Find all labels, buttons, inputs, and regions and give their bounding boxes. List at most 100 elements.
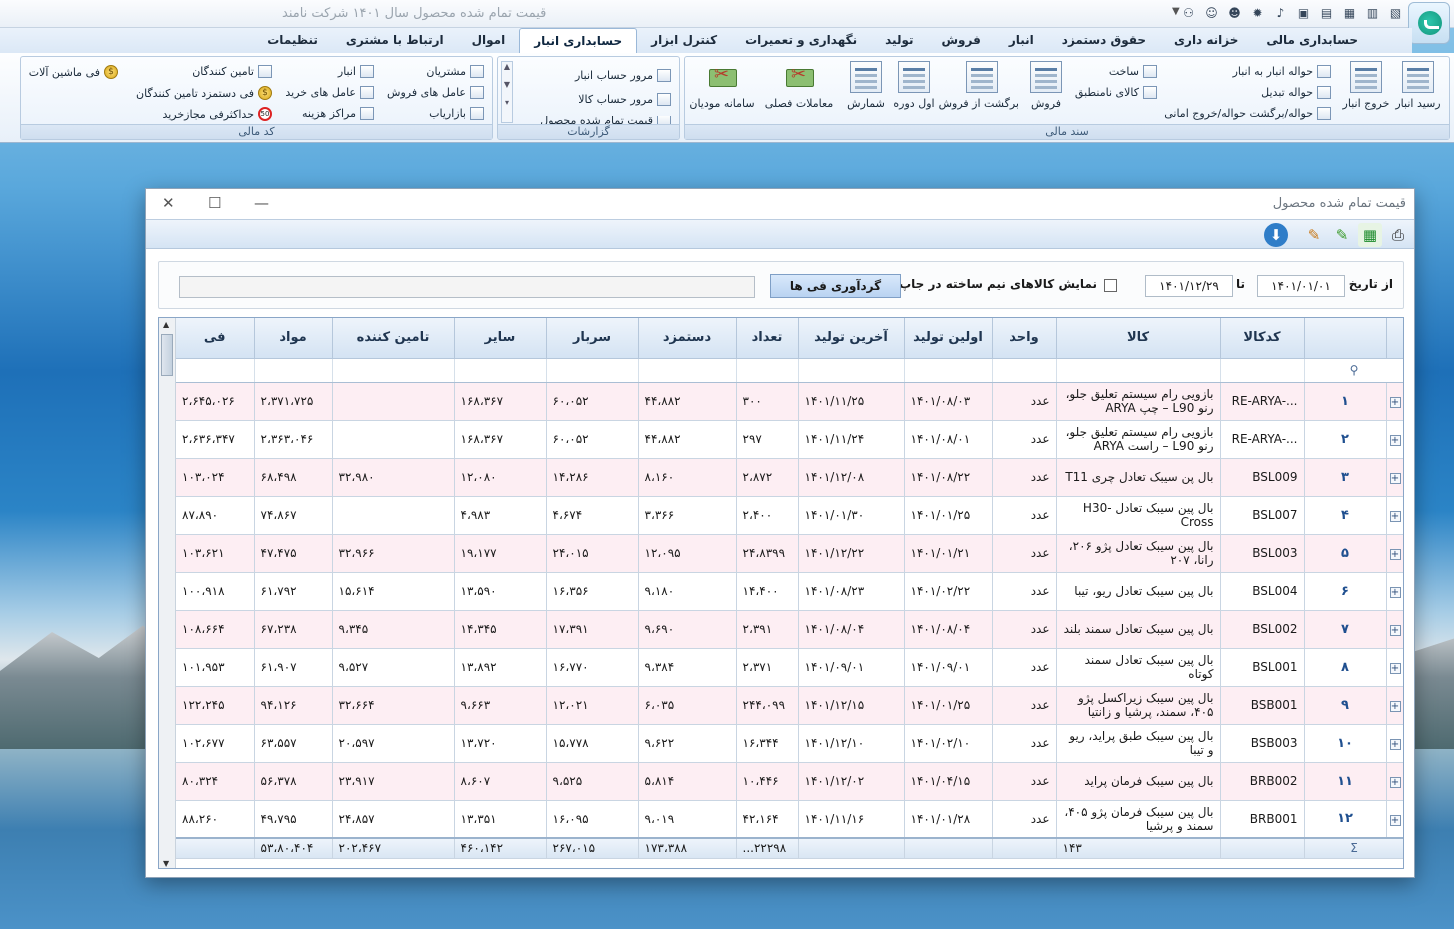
tab-payroll[interactable]: حقوق دستمزد	[1048, 28, 1160, 53]
filter-cell[interactable]	[332, 358, 455, 383]
tab-settings[interactable]: تنظیمات	[253, 28, 332, 53]
convert-button[interactable]: حواله تبدیل	[1261, 86, 1331, 99]
filter-cell[interactable]	[992, 358, 1057, 383]
to-date-input[interactable]: ۱۴۰۱/۱۲/۲۹	[1145, 275, 1233, 297]
plus-icon[interactable]: +	[1389, 587, 1401, 598]
close-icon[interactable]: ✕	[162, 194, 175, 212]
expand-row-icon[interactable]: +	[1386, 686, 1403, 725]
plus-icon[interactable]: +	[1389, 511, 1401, 522]
col-qty[interactable]: تعداد	[736, 318, 799, 359]
edit-approve-icon[interactable]: ✎	[1330, 223, 1354, 247]
col-materials[interactable]: مواد	[254, 318, 333, 359]
col-item[interactable]: کالا	[1056, 318, 1221, 359]
plus-icon[interactable]: +	[1389, 701, 1401, 712]
from-date-input[interactable]: ۱۴۰۱/۰۱/۰۱	[1257, 275, 1345, 297]
col-last-production[interactable]: آخرین تولید	[798, 318, 905, 359]
expand-row-icon[interactable]: +	[1386, 800, 1403, 839]
plus-icon[interactable]: +	[1389, 814, 1401, 826]
tax-system-button[interactable]: سامانه مودیان	[687, 61, 757, 110]
plus-icon[interactable]: +	[1389, 397, 1401, 408]
calculator-icon[interactable]: ▦	[1341, 5, 1358, 22]
tab-crm[interactable]: ارتباط با مشتری	[332, 28, 458, 53]
filter-cell[interactable]	[1220, 358, 1305, 383]
plus-icon[interactable]: +	[1389, 625, 1401, 636]
minimize-icon[interactable]: —	[254, 194, 269, 212]
filter-cell[interactable]	[736, 358, 799, 383]
table-row[interactable]: ۸۸،۲۶۰ ۴۹،۷۹۵ ۲۴،۸۵۷ ۱۳،۳۵۱ ۱۶،۰۹۵ ۹،۰۱۹ ۴۲،۱۶…	[176, 800, 1403, 839]
plus-icon[interactable]: +	[1389, 435, 1401, 446]
sale-return-button[interactable]: برگشت از فروش	[939, 61, 1019, 110]
customers-button[interactable]: مشتریان	[426, 65, 484, 78]
excel-export-icon[interactable]: ▦	[1358, 223, 1382, 247]
seasonal-trades-button[interactable]: معاملات فصلی	[761, 61, 837, 110]
filter-cell[interactable]	[176, 358, 255, 383]
vertical-scrollbar[interactable]: ▲ ▼	[159, 318, 176, 868]
table-row[interactable]: ۱۰۸،۶۶۴ ۶۷،۲۳۸ ۹،۳۴۵ ۱۴،۳۴۵ ۱۷،۳۹۱ ۹،۶۹۰ ۲،۳۹۱…	[176, 610, 1403, 649]
return-transfer-button[interactable]: حواله/برگشت حواله/خروج امانی	[1164, 107, 1331, 120]
tab-financial-accounting[interactable]: حسابداری مالی	[1252, 28, 1372, 53]
filter-cell[interactable]	[904, 358, 993, 383]
expand-row-icon[interactable]: +	[1386, 534, 1403, 573]
tab-warehouse-accounting[interactable]: حسابداری انبار	[519, 28, 638, 53]
nonconforming-button[interactable]: کالای نامنطبق	[1075, 86, 1157, 99]
col-item-code[interactable]: کدکالا	[1220, 318, 1305, 359]
col-wage[interactable]: دستمزد	[638, 318, 737, 359]
count-button[interactable]: شمارش	[843, 61, 889, 110]
receive-warehouse-button[interactable]: رسید انبار	[1393, 61, 1443, 110]
light-icon[interactable]: ✹	[1249, 5, 1266, 22]
report-warehouse-account[interactable]: مرور حساب انبار	[575, 69, 671, 82]
table-row[interactable]: ۸۰،۳۲۴ ۵۶،۳۷۸ ۲۳،۹۱۷ ۸،۶۰۷ ۹،۵۲۵ ۵،۸۱۴ ۱۰،۴۴۶ ۱…	[176, 762, 1403, 801]
filter-funnel-icon[interactable]: ⚲	[1304, 358, 1403, 383]
edit-icon[interactable]: ✎	[1302, 223, 1326, 247]
expand-row-icon[interactable]: +	[1386, 420, 1403, 459]
cost-centers-button[interactable]: مراکز هزینه	[302, 107, 374, 120]
users-icon[interactable]: ⚇	[1180, 5, 1197, 22]
table-row[interactable]: ۱۰۲،۶۷۷ ۶۳،۵۵۷ ۲۰،۵۹۷ ۱۳،۷۲۰ ۱۵،۷۷۸ ۹،۶۲۲ ۱۶،۳…	[176, 724, 1403, 763]
contacts-icon[interactable]: ▣	[1295, 5, 1312, 22]
col-overhead[interactable]: سربار	[546, 318, 639, 359]
table-row[interactable]: ۸۷،۸۹۰ ۷۴،۸۶۷ ۴،۹۸۳ ۴،۶۷۴ ۳،۳۶۶ ۲،۴۰۰ ۱۴۰۱/۰۱/…	[176, 496, 1403, 535]
gallery-scroll[interactable]: ▲ ▼ ▾	[501, 61, 513, 123]
machine-fee-button[interactable]: $ فی ماشین آلات	[29, 65, 118, 79]
col-first-production[interactable]: اولین تولید	[904, 318, 993, 359]
table-row[interactable]: ۲،۶۳۶،۳۴۷ ۲،۳۶۳،۰۴۶ ۱۶۸،۳۶۷ ۶۰،۰۵۲ ۴۴،۸۸۲ ۲۹۷…	[176, 420, 1403, 459]
expand-row-icon[interactable]: +	[1386, 458, 1403, 497]
report-item-account[interactable]: مرور حساب کالا	[578, 93, 671, 106]
tab-sales[interactable]: فروش	[928, 28, 995, 53]
purchase-agents-button[interactable]: عامل های خرید	[285, 86, 374, 99]
maximize-icon[interactable]: ☐	[208, 194, 221, 212]
scroll-up-icon[interactable]: ▲	[163, 320, 169, 329]
tab-production[interactable]: تولید	[871, 28, 927, 53]
filter-cell[interactable]	[546, 358, 639, 383]
user-settings-icon[interactable]: ☻	[1226, 5, 1243, 22]
filter-cell[interactable]	[798, 358, 905, 383]
plus-icon[interactable]: +	[1389, 549, 1401, 560]
qat-dropdown-icon[interactable]: ▼	[1172, 6, 1180, 17]
collect-fees-button[interactable]: گردآوری فی ها	[770, 274, 901, 298]
filter-cell[interactable]	[638, 358, 737, 383]
table-row[interactable]: ۱۰۱،۹۵۳ ۶۱،۹۰۷ ۹،۵۲۷ ۱۳،۸۹۲ ۱۶،۷۷۰ ۹،۳۸۴ ۲،۳۷۱…	[176, 648, 1403, 687]
warehouse-code-button[interactable]: انبار	[338, 65, 374, 78]
col-fee[interactable]: فی	[176, 318, 255, 359]
book-icon[interactable]: ▤	[1318, 5, 1335, 22]
table-row[interactable]: ۱۰۳،۶۲۱ ۴۷،۴۷۵ ۳۲،۹۶۶ ۱۹،۱۷۷ ۲۴،۰۱۵ ۱۲،۰۹۵ ۲۴،…	[176, 534, 1403, 573]
max-purchase-fee-button[interactable]: 50 حداکثرفی مجازخرید	[162, 107, 272, 121]
expand-row-icon[interactable]: +	[1386, 610, 1403, 649]
col-other[interactable]: سایر	[454, 318, 547, 359]
semi-products-checkbox[interactable]	[1104, 279, 1117, 292]
tab-tool-control[interactable]: کنترل ابزار	[637, 28, 731, 53]
table-row[interactable]: ۲،۶۴۵،۰۲۶ ۲،۳۷۱،۷۲۵ ۱۶۸،۳۶۷ ۶۰،۰۵۲ ۴۴،۸۸۲ ۳۰۰…	[176, 382, 1403, 421]
opening-button[interactable]: اول دوره	[889, 61, 939, 110]
scroll-thumb[interactable]	[161, 334, 173, 376]
tab-warehouse[interactable]: انبار	[995, 28, 1048, 53]
col-supplier[interactable]: تامین کننده	[332, 318, 455, 359]
suppliers-button[interactable]: تامین کنندگان	[192, 65, 272, 78]
user-icon[interactable]: ☺	[1203, 5, 1220, 22]
sale-button[interactable]: فروش	[1023, 61, 1069, 110]
tab-treasury[interactable]: خزانه داری	[1160, 28, 1252, 53]
plus-icon[interactable]: +	[1389, 473, 1401, 484]
plus-icon[interactable]: +	[1389, 663, 1401, 674]
filter-cell[interactable]	[454, 358, 547, 383]
build-button[interactable]: ساخت	[1109, 65, 1157, 78]
bell-icon[interactable]: ♪	[1272, 5, 1289, 22]
